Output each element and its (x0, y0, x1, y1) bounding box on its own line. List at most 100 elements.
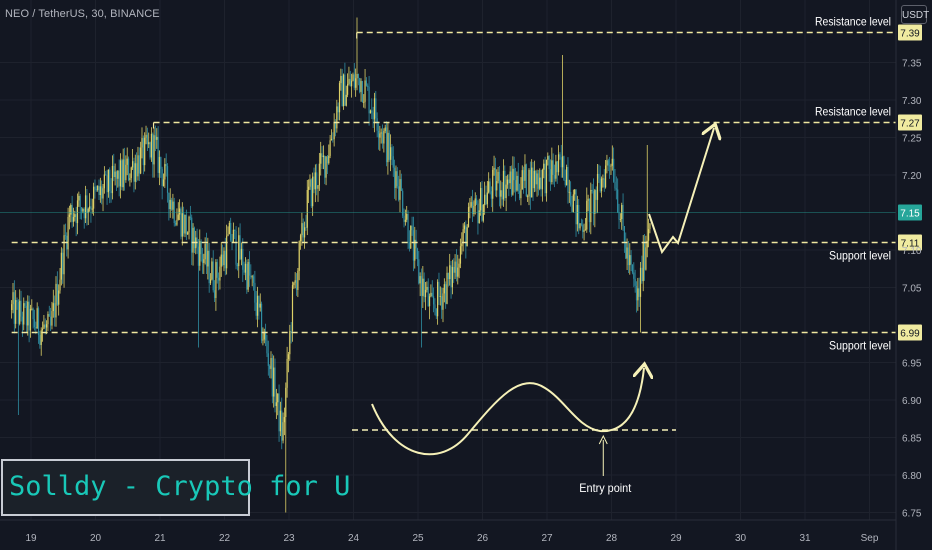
candle-body (352, 74, 354, 81)
candle-body (141, 138, 143, 148)
candle-body (145, 134, 147, 138)
candle-body (174, 223, 177, 225)
candle-body (461, 243, 463, 247)
candle-body (508, 179, 510, 184)
candle-body (443, 284, 445, 294)
price-badge-label: 6.99 (900, 329, 920, 340)
candle-body (420, 276, 423, 296)
x-tick-label: 26 (477, 533, 489, 544)
candle-body (430, 292, 432, 297)
candle-body (494, 167, 496, 191)
candle-body (172, 201, 174, 210)
candle-body (123, 159, 126, 181)
candle-body (98, 185, 100, 196)
candle-body (140, 147, 142, 174)
current-price-label: 7.15 (900, 209, 920, 220)
x-tick-label: 23 (283, 533, 295, 544)
candle-body (185, 214, 187, 235)
candle-body (639, 267, 642, 297)
candle-body (29, 308, 32, 331)
candle-body (617, 189, 619, 213)
candle-body (41, 328, 44, 331)
candle-body (24, 303, 26, 306)
candle-body (328, 155, 330, 164)
candle-body (213, 290, 216, 298)
candle-body (289, 331, 291, 355)
watermark-box: Solldy - Crypto for U (1, 459, 350, 516)
candle-body (16, 300, 18, 303)
candle-body (643, 242, 646, 270)
candle-body (591, 189, 593, 191)
candle-body (318, 163, 320, 186)
candle-body (19, 300, 21, 324)
candle-body (191, 217, 193, 253)
candle-body (329, 140, 331, 156)
level-label: Resistance level (815, 105, 891, 119)
candle-body (59, 279, 61, 291)
candle-body (466, 227, 468, 247)
candle-body (228, 222, 230, 235)
candle-body (149, 142, 151, 158)
candle-body (270, 358, 272, 369)
axis-unit-badge[interactable]: USDT (901, 5, 929, 24)
candle-body (432, 296, 435, 305)
candle-body (518, 190, 521, 199)
candle-body (454, 261, 456, 273)
candle-body (410, 225, 412, 249)
candle-body (570, 191, 572, 205)
candle-body (227, 234, 229, 236)
candle-body (477, 203, 479, 224)
candle-body (255, 302, 257, 316)
candle-body (127, 158, 130, 181)
y-tick-label: 7.35 (902, 59, 922, 70)
candle-body (385, 127, 388, 163)
candle-body (258, 295, 260, 308)
candle-body (176, 219, 178, 225)
candle-body (325, 156, 327, 178)
candle-body (406, 213, 408, 220)
candle-body (528, 169, 530, 197)
candle-body (33, 319, 36, 328)
candle-body (365, 80, 367, 86)
candle-body (376, 118, 378, 131)
candle-body (298, 241, 300, 271)
candle-body (541, 169, 544, 190)
candle-body (234, 229, 236, 231)
candle-body (556, 161, 558, 173)
candle-body (324, 155, 326, 178)
candle-body (52, 303, 54, 312)
candle-body (314, 172, 316, 190)
candle-body (54, 303, 56, 318)
candle-body (619, 219, 621, 220)
candle-body (333, 122, 335, 140)
candle-body (368, 86, 370, 114)
candle-body (209, 279, 212, 284)
candle-body (596, 173, 599, 200)
candle-body (485, 194, 487, 205)
candle-body (557, 154, 560, 173)
candle-body (36, 308, 38, 329)
candle-body (302, 223, 304, 238)
candle-body (199, 241, 201, 266)
candle-body (497, 171, 499, 182)
candle-body (536, 173, 538, 185)
candle-body (415, 239, 417, 249)
candle-body (513, 168, 515, 181)
candle-body (489, 181, 491, 192)
candle-body (525, 164, 527, 197)
candle-body (50, 316, 52, 326)
candle-body (579, 223, 581, 229)
candle-body (295, 280, 298, 290)
candle-body (416, 248, 419, 260)
candle-body (246, 263, 248, 290)
candle-body (371, 110, 373, 113)
candle-body (388, 132, 390, 160)
candle-body (364, 80, 366, 102)
candle-body (168, 192, 170, 210)
candle-body (239, 235, 241, 260)
candle-body (107, 169, 109, 193)
candle-body (380, 132, 382, 134)
price-badge-label: 7.39 (900, 29, 920, 40)
candle-body (90, 206, 92, 210)
candle-body (150, 133, 152, 158)
